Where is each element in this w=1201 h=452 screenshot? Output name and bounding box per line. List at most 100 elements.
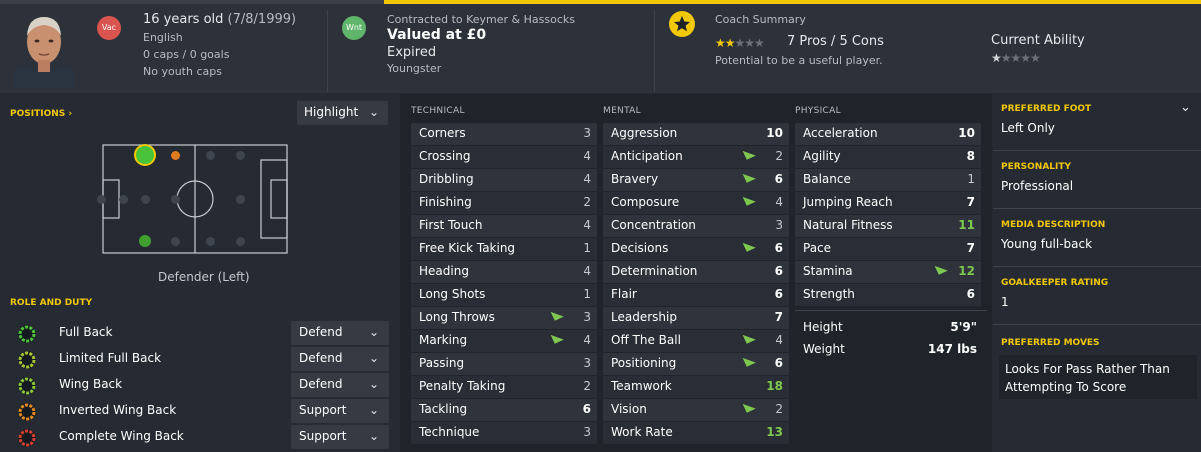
attribute-value: 11 [958,218,975,232]
chevron-down-icon[interactable]: ⌄ [1180,100,1191,115]
attribute-row[interactable]: Decisions 6 [603,238,789,260]
attribute-row[interactable]: Teamwork 18 [603,376,789,398]
attribute-row[interactable]: Natural Fitness 11 [795,215,981,237]
attribute-row[interactable]: Off The Ball 4 [603,330,789,352]
position-marker-empty[interactable] [236,195,245,204]
attribute-row[interactable]: Dribbling 4 [411,169,597,191]
position-marker-empty[interactable] [206,237,215,246]
duty-dropdown[interactable]: Defend ⌄ [291,347,389,371]
personality-label: PERSONALITY [1001,162,1072,172]
attribute-name: Finishing [419,195,472,209]
contracted-to[interactable]: Contracted to Keymer & Hassocks [387,13,575,26]
attribute-row[interactable]: Stamina 12 [795,261,981,283]
attribute-row[interactable]: Long Throws 3 [411,307,597,329]
attribute-row[interactable]: Anticipation 2 [603,146,789,168]
attribute-row[interactable]: Marking 4 [411,330,597,352]
nationality[interactable]: English [143,31,183,44]
position-marker-empty[interactable] [141,195,150,204]
attribute-row[interactable]: Acceleration 10 [795,123,981,145]
duty-dropdown[interactable]: Defend ⌄ [291,321,389,345]
duty-label: Support [299,429,347,443]
age-line: 16 years old (7/8/1999) [143,12,296,27]
positions-title[interactable]: POSITIONS › [10,109,72,119]
position-marker-empty[interactable] [236,237,245,246]
nationality-badge[interactable]: Vac [97,16,121,40]
attribute-name: Stamina [803,264,853,278]
attribute-row[interactable]: Pace 7 [795,238,981,260]
role-row[interactable]: Limited Full Back Defend ⌄ [0,346,395,372]
attribute-row[interactable]: Heading 4 [411,261,597,283]
pros-cons[interactable]: 7 Pros / 5 Cons [787,34,884,49]
position-marker-empty[interactable] [119,195,128,204]
attribute-row[interactable]: Technique 3 [411,422,597,444]
attribute-row[interactable]: Corners 3 [411,123,597,145]
role-row[interactable]: Wing Back Defend ⌄ [0,372,395,398]
attribute-row[interactable]: Tackling 6 [411,399,597,421]
attribute-value: 4 [583,149,591,163]
position-pitch[interactable] [102,144,288,254]
duty-label: Support [299,403,347,417]
attribute-row[interactable]: Finishing 2 [411,192,597,214]
attribute-row[interactable]: First Touch 4 [411,215,597,237]
attribute-name: Decisions [611,241,669,255]
attribute-row[interactable]: Free Kick Taking 1 [411,238,597,260]
role-row[interactable]: Full Back Defend ⌄ [0,320,395,346]
attribute-name: Agility [803,149,841,163]
position-marker-empty[interactable] [206,151,215,160]
coach-star-icon [669,11,695,37]
attribute-row[interactable]: Determination 6 [603,261,789,283]
attribute-row[interactable]: Agility 8 [795,146,981,168]
media-description: Young full-back [1001,237,1093,251]
attribute-name: Heading [419,264,469,278]
duty-dropdown[interactable]: Defend ⌄ [291,373,389,397]
attribute-row[interactable]: Passing 3 [411,353,597,375]
role-row[interactable]: Complete Wing Back Support ⌄ [0,424,395,450]
attribute-row[interactable]: Bravery 6 [603,169,789,191]
position-label: Defender (Left) [158,270,250,284]
attribute-row[interactable]: Long Shots 1 [411,284,597,306]
attribute-value: 4 [583,172,591,186]
avatar[interactable] [14,12,74,88]
role-row[interactable]: Inverted Wing Back Support ⌄ [0,398,395,424]
attribute-name: Crossing [419,149,471,163]
attribute-row[interactable]: Jumping Reach 7 [795,192,981,214]
attribute-row[interactable]: Positioning 6 [603,353,789,375]
duty-dropdown[interactable]: Support ⌄ [291,425,389,449]
progress-arrow-icon [740,357,756,370]
attribute-row[interactable]: Work Rate 13 [603,422,789,444]
position-marker-dl[interactable] [136,146,154,164]
attribute-row[interactable]: Crossing 4 [411,146,597,168]
preferred-moves-box[interactable]: Looks For Pass Rather Than Attempting To… [999,355,1197,399]
duty-dropdown[interactable]: Support ⌄ [291,399,389,423]
attribute-row[interactable]: Aggression 10 [603,123,789,145]
attribute-value: 6 [966,287,975,301]
attribute-name: Work Rate [611,425,673,439]
positions-title-text: POSITIONS [10,109,66,119]
position-marker-empty[interactable] [97,195,106,204]
attribute-row[interactable]: Concentration 3 [603,215,789,237]
contract-badge[interactable]: Wnt [342,16,366,40]
attribute-row[interactable]: Strength 6 [795,284,981,306]
role-suitability-icon [18,351,36,369]
attribute-row[interactable]: Composure 4 [603,192,789,214]
highlight-dropdown[interactable]: Highlight ⌄ [297,101,388,125]
attribute-value: 2 [583,379,591,393]
attribute-name: Leadership [611,310,677,324]
position-marker-empty[interactable] [236,151,245,160]
attribute-row[interactable]: Vision 2 [603,399,789,421]
duty-label: Defend [299,351,343,365]
progress-arrow-icon [740,334,756,347]
attribute-name: Concentration [611,218,696,232]
position-marker-dcl[interactable] [139,235,151,247]
position-marker-empty[interactable] [171,237,180,246]
attribute-name: Strength [803,287,855,301]
attribute-value: 13 [766,425,783,439]
position-marker-wbl[interactable] [171,151,180,160]
attribute-value: 6 [774,287,783,301]
attribute-row[interactable]: Leadership 7 [603,307,789,329]
attribute-row[interactable]: Penalty Taking 2 [411,376,597,398]
attribute-row[interactable]: Flair 6 [603,284,789,306]
position-marker-empty[interactable] [171,195,180,204]
attribute-value: 7 [774,310,783,324]
attribute-row[interactable]: Balance 1 [795,169,981,191]
